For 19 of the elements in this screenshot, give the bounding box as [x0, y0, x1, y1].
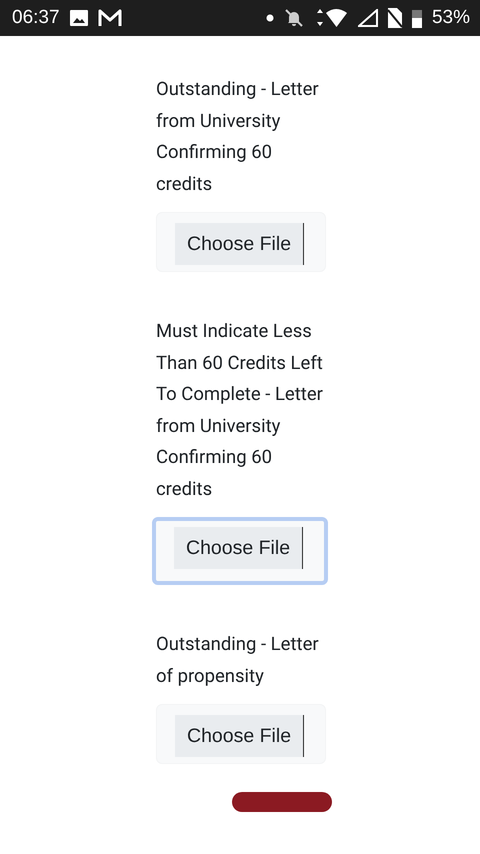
choose-file-button[interactable]: Choose File — [175, 715, 304, 757]
submit-button[interactable] — [232, 792, 332, 812]
choose-file-button[interactable]: Choose File — [174, 527, 304, 569]
field-label: Must Indicate Less Than 60 Credits Left To Complete - Letter from University Confirming 60 credits — [156, 319, 324, 502]
file-input[interactable]: Choose File — [156, 704, 326, 764]
file-input[interactable]: Choose File — [156, 212, 326, 272]
image-icon — [70, 10, 88, 26]
dot-icon — [266, 14, 274, 22]
choose-file-button[interactable]: Choose File — [175, 223, 304, 265]
file-input[interactable]: Choose File — [152, 517, 328, 585]
signal-icon — [358, 9, 378, 27]
battery-icon — [412, 8, 422, 28]
field-label: Outstanding - Letter from University Confirming 60 credits — [156, 77, 320, 196]
clock: 06:37 — [12, 7, 60, 29]
field-label: Outstanding - Letter of propensity — [156, 632, 320, 688]
battery-percent: 53% — [432, 7, 470, 29]
bell-off-icon — [284, 8, 304, 28]
no-sim-icon — [388, 8, 402, 28]
mail-icon — [98, 9, 122, 27]
